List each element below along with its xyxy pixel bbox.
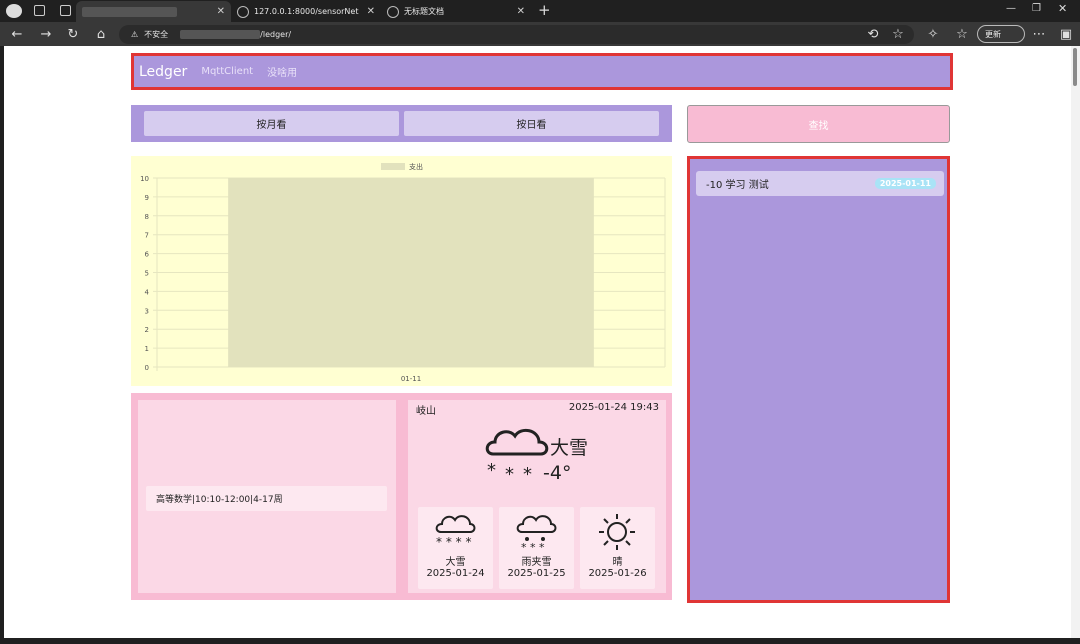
y-tick-label: 8 xyxy=(145,213,149,221)
globe-icon xyxy=(237,5,249,18)
forecast-card: 晴 2025-01-26 xyxy=(580,507,655,589)
course-panel: 高等数学|10:10-12:00|4-17周 xyxy=(138,400,396,593)
tab-sensornet[interactable]: 127.0.0.1:8000/sensorNet ✕ xyxy=(231,1,381,22)
current-weather-desc: 大雪 xyxy=(550,437,589,459)
url-path: /ledger/ xyxy=(260,30,292,39)
minimize-icon[interactable]: — xyxy=(1006,3,1016,14)
profile-icon[interactable] xyxy=(6,4,22,18)
update-button[interactable]: 更新 xyxy=(977,25,1025,43)
favorites-icon[interactable]: ☆ xyxy=(951,22,973,46)
scrollbar-thumb[interactable] xyxy=(1073,48,1077,86)
forward-icon[interactable]: → xyxy=(35,22,57,46)
close-tab-icon[interactable]: ✕ xyxy=(217,6,225,17)
brand-ledger[interactable]: Ledger xyxy=(139,64,187,80)
y-tick-label: 4 xyxy=(145,288,150,296)
course-item: 高等数学|10:10-12:00|4-17周 xyxy=(146,486,387,511)
restore-icon[interactable]: ❐ xyxy=(1032,3,1041,14)
new-tab-button[interactable]: + xyxy=(538,1,551,19)
refresh-icon[interactable]: ↻ xyxy=(62,22,84,46)
more-menu-icon[interactable]: ⋯ xyxy=(1028,22,1050,46)
view-by-day-button[interactable]: 按日看 xyxy=(404,111,659,136)
svg-text:* * * *: * * * * xyxy=(436,535,471,549)
page-scrollbar[interactable] xyxy=(1071,46,1080,638)
translate-icon[interactable]: ⟲ xyxy=(862,22,884,46)
tab-ledger[interactable]: ✕ xyxy=(76,1,231,22)
y-tick-label: 7 xyxy=(145,232,149,240)
y-tick-label: 1 xyxy=(145,345,149,353)
workspaces-icon[interactable] xyxy=(34,5,45,16)
expense-chart: 0 1 2 3 4 5 6 7 8 9 10 01-11 支出 xyxy=(131,156,672,386)
browser-tab-bar: ✕ 127.0.0.1:8000/sensorNet ✕ 无标题文档 ✕ + —… xyxy=(0,0,1080,22)
address-bar-row: ← → ↻ ⌂ ⚠ 不安全 /ledger/ ⟲ ☆ ✧ ☆ 更新 ⋯ ▣ xyxy=(0,22,1080,46)
extensions-icon[interactable]: ✧ xyxy=(922,22,944,46)
forecast-date: 2025-01-24 xyxy=(426,568,485,579)
forecast-card: * * * * 大雪 2025-01-24 xyxy=(418,507,493,589)
back-icon[interactable]: ← xyxy=(6,22,28,46)
x-tick-label: 01-11 xyxy=(401,375,421,383)
forecast-desc: 大雪 xyxy=(445,557,466,568)
bar xyxy=(228,178,594,367)
tab-title: 127.0.0.1:8000/sensorNet xyxy=(254,7,359,16)
update-label: 更新 xyxy=(985,29,1001,39)
record-date-badge: 2025-01-11 xyxy=(874,178,936,189)
records-panel: -10 学习 测试 2025-01-11 xyxy=(687,156,950,603)
svg-text:*: * xyxy=(505,464,514,484)
forecast-card: * * * 雨夹雪 2025-01-25 xyxy=(499,507,574,589)
tab-title: 无标题文档 xyxy=(404,7,444,16)
record-text: -10 学习 测试 xyxy=(706,180,769,191)
y-tick-label: 2 xyxy=(145,326,149,334)
y-tick-label: 5 xyxy=(145,270,149,278)
y-tick-label: 6 xyxy=(145,251,150,259)
tab-title-blurred xyxy=(82,6,177,17)
globe-icon xyxy=(387,5,399,18)
current-temp: -4° xyxy=(543,462,572,484)
svg-text:*: * xyxy=(487,460,496,481)
legend-swatch xyxy=(381,163,405,170)
svg-text:* * *: * * * xyxy=(521,541,545,552)
svg-text:*: * xyxy=(523,464,532,484)
view-toggle-bar: 按月看 按日看 xyxy=(131,105,672,142)
address-input[interactable]: ⚠ 不安全 /ledger/ xyxy=(119,25,914,44)
tab-actions-icon[interactable] xyxy=(60,5,71,16)
url-host-blurred xyxy=(180,30,261,39)
web-page: Ledger MqttClient 没啥用 按月看 按日看 查找 0 1 2 3 4 5 6… xyxy=(4,46,1071,638)
tab-untitled[interactable]: 无标题文档 ✕ xyxy=(381,1,531,22)
top-navbar: Ledger MqttClient 没啥用 xyxy=(131,53,953,90)
sleet-cloud-icon: * * * xyxy=(516,515,557,552)
forecast-desc: 雨夹雪 xyxy=(521,557,552,568)
y-tick-label: 0 xyxy=(145,364,149,372)
weather-city: 岐山 xyxy=(416,406,436,417)
info-panel: 高等数学|10:10-12:00|4-17周 岐山 2025-01-24 19:… xyxy=(131,393,672,600)
y-tick-label: 10 xyxy=(140,175,149,183)
record-item[interactable]: -10 学习 测试 2025-01-11 xyxy=(696,171,944,196)
snow-cloud-icon: * * * * xyxy=(435,515,476,549)
forecast-date: 2025-01-25 xyxy=(507,568,566,579)
y-tick-label: 3 xyxy=(145,307,149,315)
weather-time: 2025-01-24 19:43 xyxy=(568,402,659,413)
view-by-month-button[interactable]: 按月看 xyxy=(144,111,399,136)
forecast-desc: 晴 xyxy=(612,557,623,568)
weather-panel: 岐山 2025-01-24 19:43 * * * 大雪 -4° * * * *… xyxy=(408,400,666,593)
security-label: 不安全 xyxy=(144,30,169,39)
nav-link-meishayong[interactable]: 没啥用 xyxy=(267,64,297,79)
legend-label: 支出 xyxy=(409,162,423,171)
close-tab-icon[interactable]: ✕ xyxy=(517,6,525,17)
close-tab-icon[interactable]: ✕ xyxy=(367,6,375,17)
home-icon[interactable]: ⌂ xyxy=(90,22,112,46)
warning-icon: ⚠ xyxy=(131,30,139,39)
forecast-date: 2025-01-26 xyxy=(588,568,647,579)
sidebar-toggle-icon[interactable]: ▣ xyxy=(1055,22,1077,46)
expense-chart-svg: 0 1 2 3 4 5 6 7 8 9 10 01-11 支出 xyxy=(140,162,666,383)
search-button[interactable]: 查找 xyxy=(687,105,950,143)
y-tick-label: 9 xyxy=(145,194,149,202)
favorite-star-icon[interactable]: ☆ xyxy=(887,22,909,46)
close-window-icon[interactable]: ✕ xyxy=(1058,2,1067,15)
sun-icon xyxy=(599,514,635,550)
nav-link-mqttclient[interactable]: MqttClient xyxy=(201,66,253,77)
